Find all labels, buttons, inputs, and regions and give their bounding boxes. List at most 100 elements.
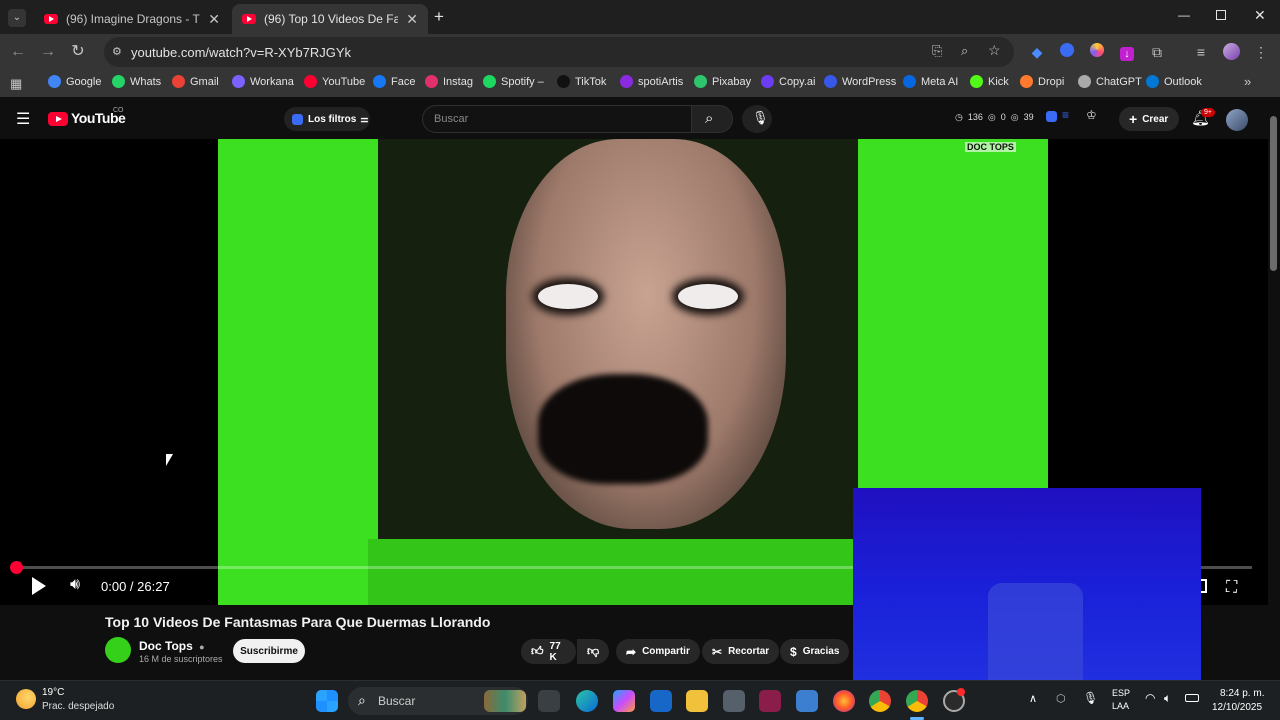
bookmark-item[interactable]: spotiArtis (620, 75, 683, 88)
search-button[interactable]: ⌕ (691, 105, 733, 133)
windows-start-icon[interactable] (316, 690, 338, 712)
extension-blue-icon[interactable] (1058, 43, 1076, 61)
close-tab-icon[interactable]: ✕ (406, 11, 418, 28)
bookmark-label: Google (66, 75, 102, 88)
share-button[interactable]: ➦ Compartir (616, 639, 700, 664)
youtube-logo-icon[interactable] (48, 112, 68, 126)
chrome-active-icon[interactable] (906, 690, 928, 712)
edge-browser-icon[interactable] (576, 690, 598, 712)
weather-temp[interactable]: 19°C (42, 687, 64, 698)
copilot-icon[interactable] (613, 690, 635, 712)
app-star-icon[interactable] (759, 690, 781, 712)
like-button[interactable]: 👍︎ 77 K (521, 639, 576, 664)
wifi-icon[interactable]: ◠ (1145, 691, 1155, 705)
clip-button[interactable]: ✂ Recortar (702, 639, 780, 664)
show-hidden-icons-chevron-icon[interactable]: ∧ (1029, 692, 1037, 705)
reload-icon[interactable]: ↻ (68, 42, 88, 62)
bookmark-item[interactable]: Dropi (1020, 75, 1064, 88)
weather-icon[interactable] (16, 689, 36, 709)
profile-avatar[interactable] (1222, 43, 1240, 61)
restore-window-icon[interactable] (1216, 10, 1226, 20)
scrollbar-thumb[interactable] (1270, 116, 1277, 271)
close-window-icon[interactable]: ✕ (1254, 7, 1266, 24)
language-top[interactable]: ESP (1112, 688, 1130, 698)
taskbar-search[interactable]: ⌕ Buscar (348, 687, 528, 715)
site-info-icon[interactable]: ⚙ (112, 45, 122, 58)
hamburger-menu-icon[interactable]: ☰ (16, 109, 30, 129)
bookmark-item[interactable]: Workana (232, 75, 294, 88)
play-icon[interactable] (32, 577, 46, 595)
extension-color-icon[interactable] (1088, 43, 1106, 61)
bookmark-star-icon[interactable]: ☆ (988, 42, 1001, 59)
clock-date[interactable]: 12/10/2025 (1212, 702, 1262, 713)
address-bar[interactable]: ⚙ youtube.com/watch?v=R-XYb7RJGYk ⎘ ⌕ ☆ (104, 37, 1014, 67)
speaker-icon[interactable]: 🔈︎ (1164, 691, 1171, 706)
tray-app-icon[interactable]: ⬡ (1056, 692, 1066, 705)
trophy-icon[interactable]: ♔ (1086, 108, 1097, 122)
more-bookmarks-chevron-icon[interactable]: » (1244, 74, 1251, 89)
bookmark-item[interactable]: Whats (112, 75, 161, 88)
forward-arrow-icon[interactable]: → (38, 42, 58, 62)
queue-icon[interactable]: ≡ (1062, 108, 1069, 122)
bookmark-item[interactable]: Kick (970, 75, 1009, 88)
filters-extension-button[interactable]: Los filtros ⚌ (284, 107, 370, 131)
bookmark-item[interactable]: Face (373, 75, 415, 88)
bookmark-label: YouTube (322, 75, 366, 88)
progress-scrubber-handle[interactable] (10, 561, 23, 574)
browser-menu-icon[interactable]: ⋮ (1252, 43, 1270, 61)
bookmark-item[interactable]: ChatGPT (1078, 75, 1142, 88)
browser-tab-active[interactable]: (96) Top 10 Videos De Fantasm ✕ (232, 4, 428, 34)
bookmark-item[interactable]: Meta AI (903, 75, 958, 88)
close-tab-icon[interactable]: ✕ (208, 11, 220, 28)
dislike-button[interactable]: 👎︎ (577, 639, 609, 664)
extension-list-icon[interactable] (1046, 111, 1057, 122)
file-explorer-icon[interactable] (686, 690, 708, 712)
channel-name[interactable]: Doc Tops ● (139, 639, 205, 653)
voice-search-button[interactable]: 🎙︎ (742, 105, 772, 133)
back-arrow-icon[interactable]: ← (8, 42, 28, 62)
bookmark-item[interactable]: Gmail (172, 75, 219, 88)
weather-desc[interactable]: Prac. despejado (42, 701, 114, 712)
channel-avatar[interactable] (105, 637, 131, 663)
bookmark-item[interactable]: Google (48, 75, 101, 88)
snipping-tool-icon[interactable] (796, 690, 818, 712)
user-avatar[interactable] (1226, 109, 1248, 131)
bookmark-item[interactable]: WordPress (824, 75, 896, 88)
task-view-icon[interactable] (538, 690, 560, 712)
bookmark-label: TikTok (575, 75, 607, 88)
language-bottom[interactable]: LAA (1112, 701, 1129, 711)
bookmark-item[interactable]: Copy.ai (761, 75, 815, 88)
extensions-puzzle-icon[interactable]: ⧉ (1148, 43, 1166, 61)
bookmark-item[interactable]: YouTube (304, 75, 365, 88)
tray-mic-icon[interactable]: 🎙︎ (1083, 691, 1098, 705)
thanks-button[interactable]: $ Gracias (780, 639, 850, 664)
subscribe-button[interactable]: Suscribirme (233, 639, 305, 663)
new-tab-button[interactable]: + (434, 7, 444, 27)
install-app-icon[interactable]: ⎘ (932, 43, 942, 59)
browser-tab[interactable]: (96) Imagine Dragons - Thunde ✕ (34, 4, 230, 34)
search-input[interactable]: Buscar (422, 105, 692, 133)
extension-download-icon[interactable]: ↓ (1118, 43, 1136, 61)
volume-icon[interactable]: 🔊︎ (70, 576, 80, 594)
battery-icon[interactable] (1185, 694, 1199, 702)
reading-list-icon[interactable]: ≡ (1192, 43, 1210, 61)
chrome-icon[interactable] (869, 690, 891, 712)
bookmark-item[interactable]: Instag (425, 75, 473, 88)
firefox-icon[interactable] (833, 690, 855, 712)
search-placeholder: Buscar (434, 113, 469, 125)
zoom-icon[interactable]: ⌕ (961, 43, 968, 59)
extension-tag-icon[interactable]: ◆ (1028, 43, 1046, 61)
store-icon[interactable] (650, 690, 672, 712)
bookmark-item[interactable]: Spotify – (483, 75, 544, 88)
clock-time[interactable]: 8:24 p. m. (1220, 688, 1264, 699)
bookmark-item[interactable]: TikTok (557, 75, 606, 88)
apps-grid-icon[interactable]: ▦ (10, 76, 22, 92)
minimize-window-icon[interactable]: — (1178, 8, 1190, 22)
bookmark-item[interactable]: Outlook (1146, 75, 1202, 88)
stats-extension[interactable]: ◷ 136 ◎ 0 ◎ 39 (955, 112, 1034, 123)
create-button[interactable]: + Crear (1119, 107, 1179, 131)
app-hexagon-icon[interactable] (723, 690, 745, 712)
bookmark-item[interactable]: Pixabay (694, 75, 751, 88)
tab-search-chevron-icon[interactable]: ⌄ (8, 9, 26, 27)
fullscreen-icon[interactable]: ⛶ (1226, 579, 1237, 597)
